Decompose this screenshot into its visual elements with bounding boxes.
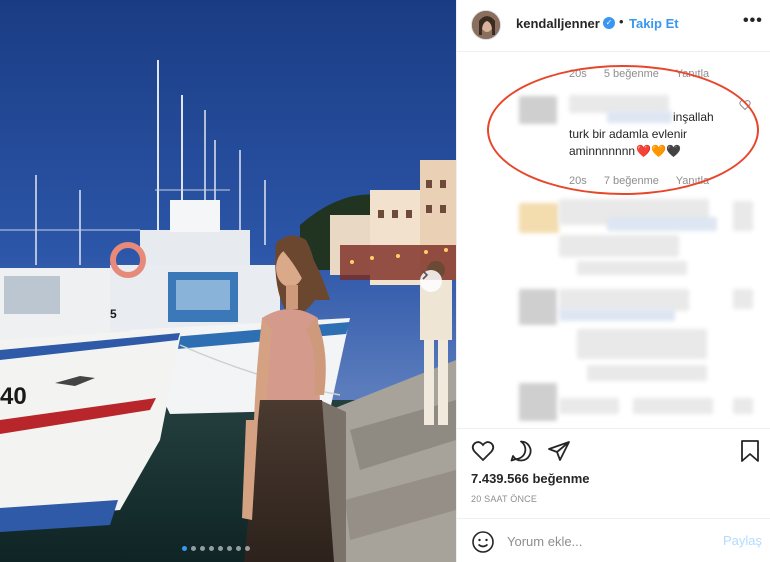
- comment-avatar-blurred: [519, 203, 559, 233]
- comment-text-blurred: [633, 398, 713, 414]
- comment-text-blurred: [559, 235, 679, 257]
- comment-likes[interactable]: 5 beğenme: [604, 68, 659, 80]
- comment-like-blurred: [733, 201, 753, 231]
- username-link[interactable]: kendalljenner: [516, 16, 600, 31]
- bookmark-icon: [741, 440, 759, 462]
- comment-likes[interactable]: 7 beğenme: [604, 175, 659, 187]
- carousel-dot: [218, 546, 223, 551]
- like-button[interactable]: [471, 439, 495, 468]
- emoji-button[interactable]: [471, 530, 495, 559]
- comment-text-blurred: [607, 217, 717, 231]
- carousel-dot-active: [182, 546, 187, 551]
- harbor-scene: 40 5: [0, 0, 456, 562]
- post-actions: 7.439.566 beğenme 20 SAAT ÖNCE: [457, 428, 770, 518]
- comment-time: 20s: [569, 175, 587, 187]
- profile-picture: [472, 11, 500, 39]
- reply-button[interactable]: Yanıtla: [676, 68, 709, 80]
- comment-meta: 20s 7 beğenme Yanıtla: [569, 175, 723, 187]
- chevron-right-icon: [422, 270, 429, 280]
- carousel-dot: [236, 546, 241, 551]
- avatar[interactable]: [471, 10, 501, 40]
- comment-like-blurred: [733, 398, 753, 414]
- comment-text-blurred: [577, 261, 687, 275]
- comment-time: 20s: [569, 68, 587, 80]
- comment-text-line1: inşallah: [673, 110, 714, 124]
- more-options-button[interactable]: •••: [743, 12, 763, 30]
- post-header: kendalljenner ✓ • Takip Et •••: [457, 0, 770, 52]
- comment-text-blurred: [559, 309, 675, 321]
- reply-button[interactable]: Yanıtla: [676, 175, 709, 187]
- carousel-dot: [245, 546, 250, 551]
- heart-icon: [471, 441, 495, 462]
- comment-like-blurred: [733, 289, 753, 309]
- comment-text-line3: aminnnnnnn❤️🧡🖤: [569, 143, 681, 160]
- smiley-icon: [472, 531, 494, 553]
- separator-dot: •: [619, 14, 624, 29]
- text-blurred: [607, 111, 672, 123]
- boat-number-partial: 5: [110, 307, 117, 321]
- comment-text-blurred: [587, 365, 707, 381]
- post-comment-button[interactable]: Paylaş: [723, 533, 762, 548]
- likes-count[interactable]: 7.439.566 beğenme: [471, 471, 590, 486]
- carousel-dot: [191, 546, 196, 551]
- comment-text-amen: aminnnnnnn: [569, 144, 636, 158]
- verified-badge-icon: ✓: [603, 17, 615, 29]
- comment-text-blurred: [577, 329, 707, 359]
- carousel-dots: [182, 546, 250, 551]
- comment-text-line2: turk bir adamla evlenir: [569, 127, 688, 141]
- post-timestamp: 20 SAAT ÖNCE: [471, 494, 538, 504]
- share-button[interactable]: [547, 439, 571, 468]
- heart-icon: [739, 100, 751, 111]
- comment-text-blurred: [559, 289, 689, 311]
- comment-avatar-blurred: [519, 289, 557, 325]
- post-panel: kendalljenner ✓ • Takip Et ••• 20s 5 beğ…: [456, 0, 770, 562]
- speech-bubble-icon: [510, 440, 532, 462]
- comment-input[interactable]: [507, 531, 707, 551]
- comment-avatar-blurred: [519, 96, 557, 124]
- next-photo-button[interactable]: [420, 270, 442, 292]
- add-comment-bar: Paylaş: [457, 518, 770, 562]
- comment-text-blurred: [559, 398, 619, 414]
- heart-emojis: ❤️🧡🖤: [636, 144, 681, 158]
- post-photo: 40 5: [0, 0, 456, 562]
- paper-plane-icon: [548, 441, 570, 461]
- comment-meta: 20s 5 beğenme Yanıtla: [569, 68, 723, 80]
- comment-button[interactable]: [509, 439, 533, 468]
- follow-button[interactable]: Takip Et: [629, 16, 679, 31]
- carousel-dot: [200, 546, 205, 551]
- comments-list: 20s 5 beğenme Yanıtla inşallah turk bir …: [457, 53, 770, 428]
- comment-avatar-blurred: [519, 383, 557, 421]
- comment-like-button[interactable]: [739, 99, 751, 114]
- boat-number: 40: [0, 383, 27, 410]
- save-button[interactable]: [739, 439, 761, 468]
- carousel-dot: [209, 546, 214, 551]
- carousel-dot: [227, 546, 232, 551]
